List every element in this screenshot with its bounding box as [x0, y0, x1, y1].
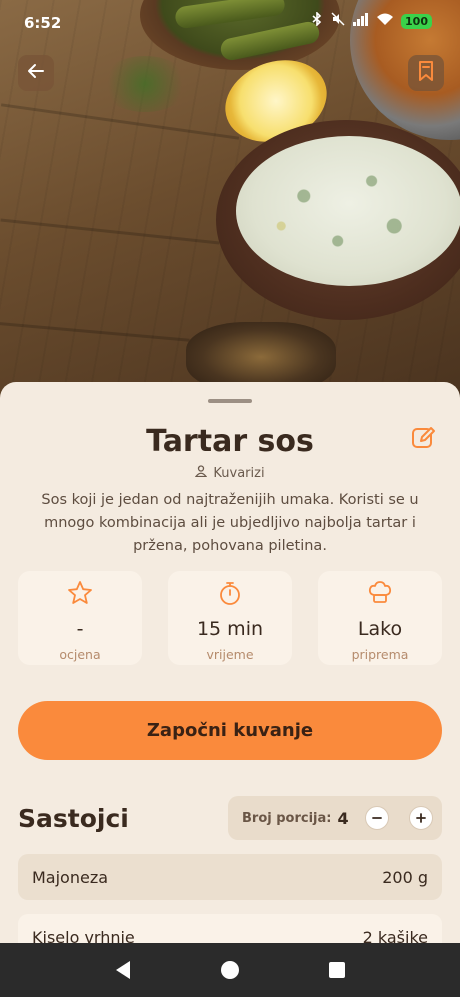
triangle-back-icon	[116, 961, 131, 979]
ingredient-amount: 200 g	[382, 867, 428, 887]
portions-stepper: Broj porcija: 4	[228, 796, 442, 840]
mute-icon	[331, 12, 345, 30]
stat-rating: - ocjena	[18, 571, 142, 665]
minus-icon	[372, 817, 383, 819]
system-navigation-bar	[0, 943, 460, 997]
chef-hat-icon	[367, 580, 393, 606]
stat-label: priprema	[351, 647, 409, 662]
ingredient-row[interactable]: Majoneza 200 g	[18, 854, 442, 900]
start-cooking-button[interactable]: Započni kuvanje	[18, 701, 442, 760]
signal-icon	[353, 12, 369, 30]
stat-time: 15 min vrijeme	[168, 571, 292, 665]
status-bar: 6:52 100	[0, 0, 460, 44]
stat-value: Lako	[357, 618, 403, 640]
circle-home-icon	[220, 961, 239, 979]
back-button[interactable]	[18, 55, 54, 91]
dill-sprig	[100, 56, 190, 112]
wood-grain	[0, 218, 220, 245]
stat-label: ocjena	[59, 647, 101, 662]
recipe-hero-image	[0, 0, 460, 400]
bookmark-icon	[416, 60, 436, 86]
tartar-sauce	[236, 136, 460, 286]
bluetooth-icon	[311, 11, 323, 30]
ingredient-name: Majoneza	[32, 867, 109, 887]
ingredients-title: Sastojci	[18, 804, 129, 833]
bookmark-button[interactable]	[408, 55, 444, 91]
status-time: 6:52	[24, 14, 62, 32]
stat-value: -	[76, 618, 84, 640]
stat-value: 15 min	[196, 618, 264, 640]
timer-icon	[217, 580, 243, 606]
sheet-drag-handle[interactable]	[208, 399, 252, 403]
star-icon	[67, 580, 93, 606]
recipe-description: Sos koji je jedan od najtraženijih umaka…	[41, 492, 419, 554]
nav-back-button[interactable]	[103, 950, 143, 990]
arrow-left-icon	[26, 61, 46, 85]
wood-grain	[0, 321, 190, 342]
wood-grain	[0, 103, 240, 140]
nav-recents-button[interactable]	[317, 950, 357, 990]
stat-label: vrijeme	[206, 647, 254, 662]
status-icons: 100	[311, 11, 432, 30]
edit-icon	[411, 425, 437, 455]
portions-label: Broj porcija:	[242, 810, 332, 826]
recipe-title: Tartar sos	[146, 424, 314, 459]
plus-icon	[416, 813, 427, 823]
increase-portions-button[interactable]	[409, 806, 434, 830]
wifi-icon	[377, 13, 394, 30]
stat-difficulty: Lako priprema	[318, 571, 442, 665]
battery-indicator: 100	[401, 13, 432, 29]
edit-button[interactable]	[410, 426, 438, 454]
recipe-stats: - ocjena 15 min vrijeme Lako priprema	[18, 571, 442, 665]
user-icon	[195, 465, 208, 481]
square-recents-icon	[328, 962, 345, 978]
portions-value: 4	[337, 808, 349, 828]
recipe-details-sheet: Tartar sos Kuvarizi Sos koji je jedan od…	[0, 382, 460, 997]
category-label: Kuvarizi	[213, 465, 265, 481]
decrease-portions-button[interactable]	[365, 806, 390, 830]
nav-home-button[interactable]	[210, 950, 250, 990]
recipe-category[interactable]: Kuvarizi	[0, 465, 460, 481]
